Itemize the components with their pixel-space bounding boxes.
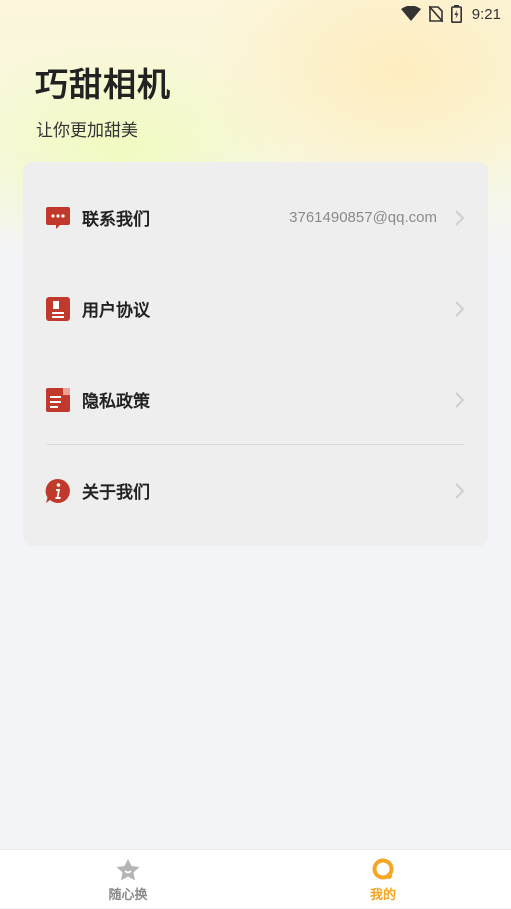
wifi-icon <box>400 6 421 22</box>
menu-item-privacy-policy[interactable]: 隐私政策 <box>23 354 488 445</box>
tab-random-change[interactable]: 随心换 <box>68 850 188 909</box>
menu-item-label: 用户协议 <box>82 301 150 321</box>
menu-item-label: 隐私政策 <box>82 392 150 412</box>
chevron-right-icon <box>455 391 465 408</box>
app-title: 巧甜相机 <box>35 65 171 104</box>
info-icon <box>45 478 71 504</box>
menu-item-user-agreement[interactable]: 用户协议 <box>23 263 488 354</box>
bottom-nav: 随心换 我的 <box>0 849 511 908</box>
menu-item-about-us[interactable]: 关于我们 <box>23 445 488 536</box>
menu-card: 联系我们 3761490857@qq.com 用户协议 隐私政策 关于我们 <box>23 162 488 546</box>
contact-email: 3761490857@qq.com <box>289 209 437 226</box>
message-icon <box>45 205 71 231</box>
tab-label: 我的 <box>369 888 396 903</box>
status-time: 9:21 <box>471 5 501 23</box>
app-subtitle: 让你更加甜美 <box>36 121 138 141</box>
policy-icon <box>45 387 71 413</box>
no-sim-icon <box>428 6 443 22</box>
star-icon <box>116 859 140 881</box>
menu-item-contact-us[interactable]: 联系我们 3761490857@qq.com <box>23 172 488 263</box>
menu-item-label: 关于我们 <box>82 483 150 503</box>
tab-label: 随心换 <box>108 888 148 903</box>
profile-ring-icon <box>372 858 394 880</box>
chevron-right-icon <box>455 482 465 499</box>
battery-icon <box>450 5 462 23</box>
tab-mine[interactable]: 我的 <box>323 850 443 909</box>
menu-item-label: 联系我们 <box>82 210 150 230</box>
status-bar: 9:21 <box>0 0 511 28</box>
document-icon <box>45 296 71 322</box>
chevron-right-icon <box>455 300 465 317</box>
chevron-right-icon <box>455 209 465 226</box>
